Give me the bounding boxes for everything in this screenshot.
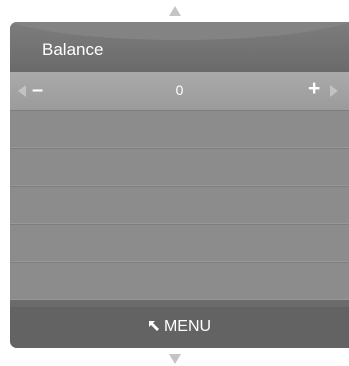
balance-value-row[interactable]: – 0 + — [10, 72, 349, 110]
menu-label: MENU — [163, 318, 212, 335]
return-arrow-icon — [148, 321, 159, 331]
list-item — [10, 110, 349, 148]
list-item — [10, 262, 349, 300]
balance-panel: Balance – 0 + MENU — [10, 22, 349, 348]
list-item — [10, 224, 349, 262]
increase-button[interactable]: + — [308, 77, 320, 101]
list-item — [10, 148, 349, 186]
panel-header: Balance — [10, 22, 349, 72]
header-highlight — [10, 22, 349, 40]
panel-title: Balance — [42, 40, 104, 59]
triangle-right-icon[interactable] — [330, 85, 338, 97]
scroll-down-arrow-icon[interactable] — [168, 354, 181, 364]
menu-footer[interactable]: MENU — [10, 307, 349, 348]
scroll-up-arrow-icon[interactable] — [168, 6, 181, 16]
balance-value: 0 — [175, 82, 184, 98]
menu-button[interactable]: MENU — [10, 318, 349, 336]
empty-rows — [10, 110, 349, 300]
list-item — [10, 186, 349, 224]
